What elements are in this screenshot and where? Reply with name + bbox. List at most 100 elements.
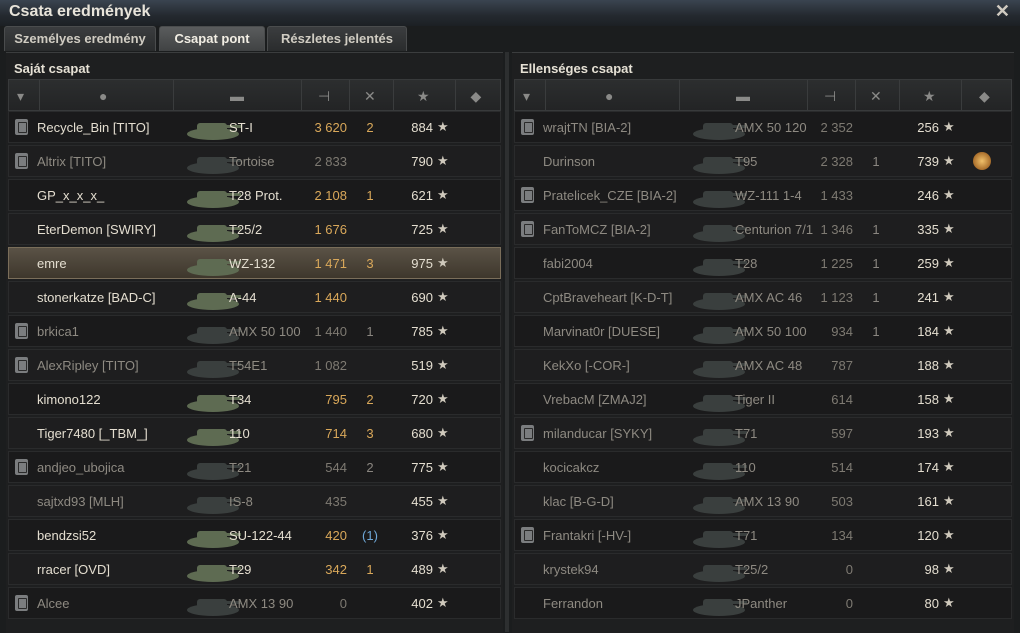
star-icon: ★ (437, 255, 449, 270)
xp-value: 161 (917, 494, 939, 509)
xp-value: 884 (411, 120, 433, 135)
own-team-title: Saját csapat (14, 61, 90, 76)
star-icon: ★ (437, 493, 449, 508)
damage-value: 2 328 (820, 154, 853, 169)
player-row[interactable]: EterDemon [SWIRY] T25/2 1 676 725 ★ (8, 213, 501, 245)
player-name: sajtxd93 [MLH] (37, 494, 124, 509)
xp-value: 621 (411, 188, 433, 203)
tab-detailed-report[interactable]: Részletes jelentés (267, 26, 407, 51)
player-name: kocicakcz (543, 460, 600, 475)
damage-value: 1 433 (820, 188, 853, 203)
clan-badge-icon (15, 119, 28, 135)
badge-column-header[interactable]: ▾ (9, 80, 40, 110)
damage-value: 503 (831, 494, 853, 509)
player-row[interactable]: Ferrandon JPanther 0 80 ★ (514, 587, 1012, 619)
tab-personal[interactable]: Személyes eredmény (4, 26, 156, 51)
player-row[interactable]: Marvinat0r [DUESE] AMX 50 100 934 1 184 ★ (514, 315, 1012, 347)
player-name: Pratelicek_CZE [BIA-2] (543, 188, 677, 203)
clan-badge-icon (15, 323, 28, 339)
player-name: stonerkatze [BAD-C] (37, 290, 156, 305)
tank-name: T28 Prot. (229, 188, 283, 203)
player-row[interactable]: milanducar [SYKY] T71 597 193 ★ (514, 417, 1012, 449)
player-row[interactable]: Alcee AMX 13 90 0 402 ★ (8, 587, 501, 619)
tank-name: T71 (735, 426, 758, 441)
player-row[interactable]: CptBraveheart [K-D-T] AMX AC 46 1 123 1 241 ★ (514, 281, 1012, 313)
damage-column-icon: ⊣ (318, 88, 331, 104)
player-row[interactable]: kimono122 T34 795 2 720 ★ (8, 383, 501, 415)
player-row[interactable]: kocicakcz 110 514 174 ★ (514, 451, 1012, 483)
tank-name: SU-122-44 (229, 528, 292, 543)
player-row[interactable]: KekXo [-COR-] AMX AC 48 787 188 ★ (514, 349, 1012, 381)
player-row[interactable]: AlexRipley [TITO] T54E1 1 082 519 ★ (8, 349, 501, 381)
star-icon: ★ (437, 187, 449, 202)
xp-value: 680 (411, 426, 433, 441)
xp-value: 519 (411, 358, 433, 373)
player-name: Altrix [TITO] (37, 154, 107, 169)
close-icon[interactable]: ✕ (995, 2, 1010, 20)
player-column-header[interactable]: ● (545, 80, 680, 110)
kills-value: 1 (366, 562, 374, 577)
damage-value: 597 (831, 426, 853, 441)
tank-name: ST-I (229, 120, 253, 135)
player-row[interactable]: VrebacM [ZMAJ2] Tiger II 614 158 ★ (514, 383, 1012, 415)
player-name: FanToMCZ [BIA-2] (543, 222, 651, 237)
player-row[interactable]: bendzsi52 SU-122-44 420 (1) 376 ★ (8, 519, 501, 551)
xp-column-header[interactable]: ★ (899, 80, 962, 110)
player-row[interactable]: FanToMCZ [BIA-2] Centurion 7/1 1 346 1 335 ★ (514, 213, 1012, 245)
xp-column-header[interactable]: ★ (393, 80, 456, 110)
player-row[interactable]: emre WZ-132 1 471 3 975 ★ (8, 247, 501, 279)
player-column-icon: ● (99, 88, 108, 104)
own-team-panel: Saját csapat ▾ ● ▬ ⊣ ✕ ★ ◆ Recycle_Bin [TITO] S… (6, 52, 503, 633)
star-icon: ★ (943, 187, 955, 202)
damage-column-icon: ⊣ (824, 88, 837, 104)
medal-column-header[interactable]: ◆ (961, 80, 1012, 110)
player-row[interactable]: rracer [OVD] T29 342 1 489 ★ (8, 553, 501, 585)
player-row[interactable]: andjeo_ubojica T21 544 2 775 ★ (8, 451, 501, 483)
player-row[interactable]: stonerkatze [BAD-C] A-44 1 440 690 ★ (8, 281, 501, 313)
player-row[interactable]: fabi2004 T28 1 225 1 259 ★ (514, 247, 1012, 279)
player-row[interactable]: Frantakri [-HV-] T71 134 120 ★ (514, 519, 1012, 551)
kills-column-header[interactable]: ✕ (855, 80, 900, 110)
player-row[interactable]: klac [B-G-D] AMX 13 90 503 161 ★ (514, 485, 1012, 517)
player-column-header[interactable]: ● (39, 80, 174, 110)
tank-name: T34 (229, 392, 252, 407)
damage-value: 934 (831, 324, 853, 339)
player-row[interactable]: Altrix [TITO] Tortoise 2 833 790 ★ (8, 145, 501, 177)
kills-value: (1) (362, 528, 378, 543)
player-row[interactable]: Durinson T95 2 328 1 739 ★ (514, 145, 1012, 177)
badge-column-header[interactable]: ▾ (515, 80, 546, 110)
tank-name: T95 (735, 154, 758, 169)
tank-column-icon: ▬ (230, 88, 244, 104)
player-row[interactable]: Tiger7480 [_TBM_] 110 714 3 680 ★ (8, 417, 501, 449)
damage-column-header[interactable]: ⊣ (301, 80, 350, 110)
player-name: wrajtTN [BIA-2] (543, 120, 632, 135)
panel-divider (505, 52, 509, 632)
tab-team-score[interactable]: Csapat pont (159, 26, 265, 51)
tank-column-header[interactable]: ▬ (679, 80, 808, 110)
star-icon: ★ (943, 459, 955, 474)
player-row[interactable]: sajtxd93 [MLH] IS-8 435 455 ★ (8, 485, 501, 517)
medal-column-header[interactable]: ◆ (455, 80, 501, 110)
medal-column-icon: ◆ (470, 88, 482, 104)
star-icon: ★ (437, 153, 449, 168)
player-row[interactable]: wrajtTN [BIA-2] AMX 50 120 2 352 256 ★ (514, 111, 1012, 143)
kills-value: 2 (366, 120, 374, 135)
damage-value: 1 225 (820, 256, 853, 271)
player-row[interactable]: GP_x_x_x_ T28 Prot. 2 108 1 621 ★ (8, 179, 501, 211)
clan-badge-icon (15, 357, 28, 373)
medal-icon[interactable] (973, 152, 991, 170)
xp-value: 720 (411, 392, 433, 407)
player-name: Alcee (37, 596, 70, 611)
player-row[interactable]: brkica1 AMX 50 100 1 440 1 785 ★ (8, 315, 501, 347)
xp-value: 975 (411, 256, 433, 271)
xp-value: 790 (411, 154, 433, 169)
damage-column-header[interactable]: ⊣ (807, 80, 856, 110)
tank-name: T21 (229, 460, 252, 475)
star-icon: ★ (437, 391, 449, 406)
player-row[interactable]: krystek94 T25/2 0 98 ★ (514, 553, 1012, 585)
player-row[interactable]: Pratelicek_CZE [BIA-2] WZ-111 1-4 1 433 246… (514, 179, 1012, 211)
tank-name: Tiger II (735, 392, 775, 407)
kills-column-header[interactable]: ✕ (349, 80, 394, 110)
player-row[interactable]: Recycle_Bin [TITO] ST-I 3 620 2 884 ★ (8, 111, 501, 143)
tank-column-header[interactable]: ▬ (173, 80, 302, 110)
